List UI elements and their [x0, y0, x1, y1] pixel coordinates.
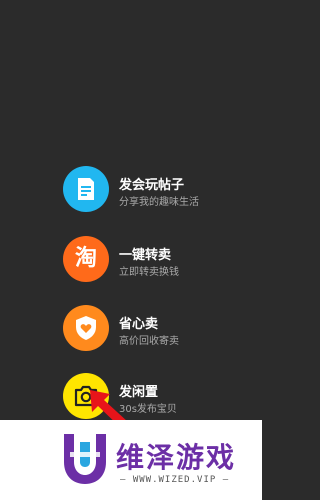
- menu-item-resell[interactable]: 淘 一键转卖 立即转卖换钱: [63, 236, 253, 282]
- watermark-title: 维泽游戏: [116, 441, 237, 474]
- watermark-banner: 维泽游戏 — WWW.WIZED.VIP —: [0, 420, 262, 500]
- menu-item-title: 发会玩帖子: [119, 178, 185, 193]
- menu-item-title: 一键转卖: [119, 248, 172, 263]
- menu-item-subtitle: 高价回收寄卖: [119, 336, 179, 347]
- shield-heart-icon: [76, 316, 96, 340]
- menu-item-post[interactable]: 发会玩帖子 分享我的趣味生活: [63, 166, 253, 212]
- resell-icon-circle: 淘: [63, 236, 109, 282]
- menu-item-subtitle: 分享我的趣味生活: [119, 197, 199, 208]
- menu-item-title: 省心卖: [119, 317, 159, 332]
- document-icon: [78, 178, 94, 200]
- menu-item-consign[interactable]: 省心卖 高价回收寄卖: [63, 305, 253, 351]
- taobao-icon: 淘: [74, 246, 97, 271]
- consign-icon-circle: [63, 305, 109, 351]
- publish-menu: 发会玩帖子 分享我的趣味生活 淘 一键转卖 立即转卖换钱 省心卖 高价回收寄卖 …: [0, 0, 262, 420]
- watermark-url: — WWW.WIZED.VIP —: [120, 475, 230, 485]
- menu-item-subtitle: 立即转卖换钱: [119, 267, 179, 278]
- post-icon-circle: [63, 166, 109, 212]
- wized-logo-icon: [64, 434, 106, 484]
